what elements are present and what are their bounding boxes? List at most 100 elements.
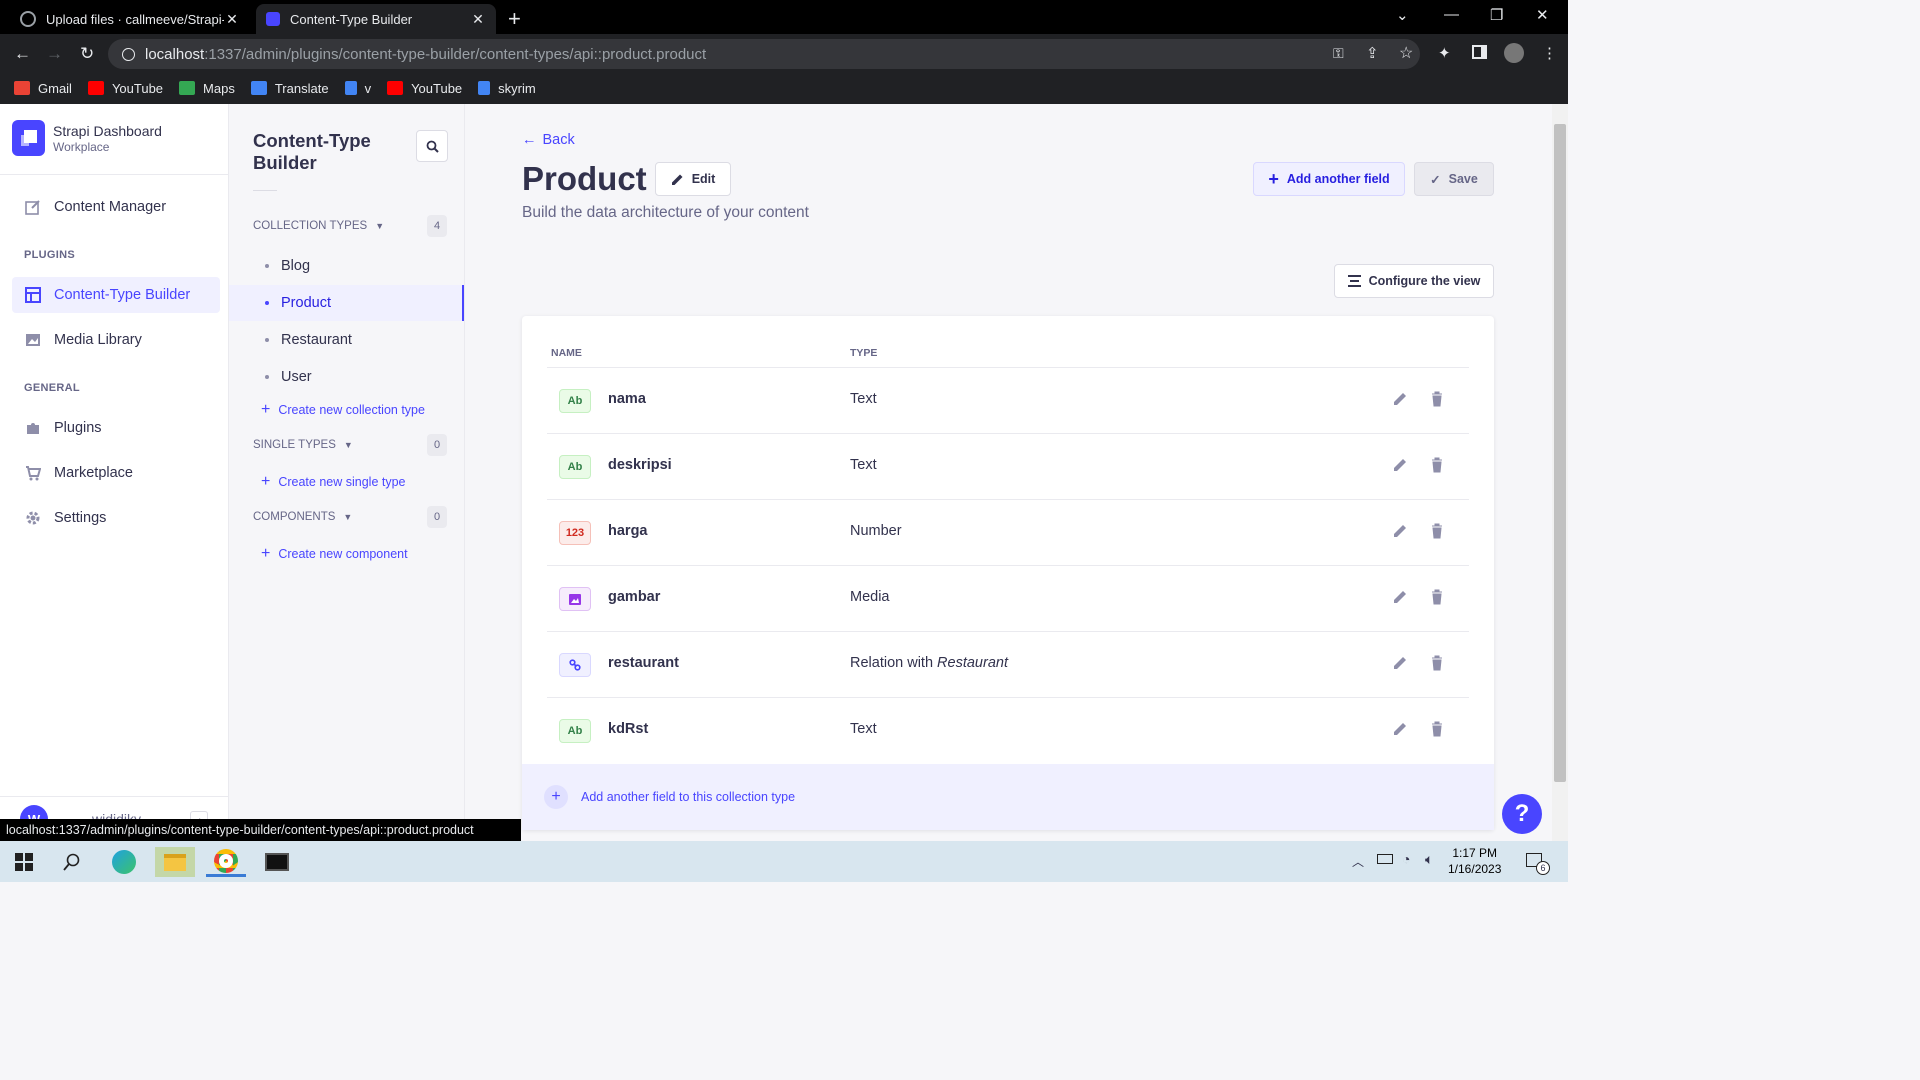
trash-icon[interactable]: [1429, 655, 1445, 671]
collection-types-toggle[interactable]: COLLECTION TYPES ▼: [253, 220, 384, 232]
battery-icon[interactable]: [1377, 854, 1393, 864]
add-field-to-collection-button[interactable]: + Add another field to this collection t…: [522, 764, 1494, 830]
table-row[interactable]: gambar Media: [547, 565, 1469, 631]
chrome-icon[interactable]: [206, 847, 246, 877]
nav-plugins[interactable]: Plugins: [12, 410, 220, 446]
field-type: Text: [850, 721, 877, 737]
section-plugins: PLUGINS: [24, 249, 75, 261]
profile-avatar-icon[interactable]: [1504, 43, 1524, 63]
table-row[interactable]: restaurant Relation with Restaurant: [547, 631, 1469, 697]
edit-pencil-icon[interactable]: [1392, 457, 1408, 473]
close-window-icon[interactable]: ✕: [1536, 6, 1549, 24]
edge-icon[interactable]: [104, 847, 144, 877]
create-collection-type-link[interactable]: + Create new collection type: [261, 401, 425, 419]
speaker-icon[interactable]: 🔈︎: [1425, 851, 1433, 868]
create-single-type-link[interactable]: + Create new single type: [261, 473, 406, 491]
nav-media-library[interactable]: Media Library: [12, 322, 220, 358]
create-component-link[interactable]: + Create new component: [261, 545, 408, 563]
maximize-icon[interactable]: ❐: [1490, 6, 1503, 24]
bookmark-youtube[interactable]: YouTube: [87, 81, 163, 96]
edit-pencil-icon[interactable]: [1392, 589, 1408, 605]
caret-down-icon: ▼: [343, 440, 353, 450]
trash-icon[interactable]: [1429, 391, 1445, 407]
edit-pencil-icon[interactable]: [1392, 655, 1408, 671]
image-icon: [24, 331, 42, 349]
ctb-item-restaurant[interactable]: Restaurant: [229, 322, 464, 358]
share-icon[interactable]: ⇪: [1366, 44, 1379, 62]
maps-icon: [179, 81, 196, 95]
clock-time: 1:17 PM: [1452, 846, 1498, 860]
new-tab-icon[interactable]: +: [508, 6, 521, 32]
taskbar: ︿ ◔ 🔈︎ 1:17 PM 1/16/2023 6: [0, 841, 1568, 882]
windows-start-icon[interactable]: [4, 847, 44, 877]
file-explorer-icon[interactable]: [155, 847, 195, 877]
nav-label: Marketplace: [54, 465, 133, 481]
ctb-item-user[interactable]: User: [229, 359, 464, 395]
field-name: nama: [608, 391, 646, 407]
menu-icon[interactable]: ⋮: [1542, 44, 1557, 62]
edit-button[interactable]: Edit: [655, 162, 731, 196]
back-nav-icon[interactable]: ←: [14, 44, 31, 64]
bookmark-skyrim[interactable]: skyrim: [478, 81, 536, 96]
search-button[interactable]: [416, 130, 448, 162]
wifi-icon[interactable]: ◔: [1402, 851, 1410, 867]
key-icon[interactable]: ⚿: [1333, 45, 1344, 62]
chevron-up-icon[interactable]: ︿: [1352, 853, 1364, 870]
bookmark-star-icon[interactable]: ☆: [1399, 43, 1413, 63]
nav-marketplace[interactable]: Marketplace: [12, 455, 220, 491]
close-tab-icon[interactable]: ✕: [470, 11, 486, 28]
plus-icon: +: [261, 401, 271, 418]
add-another-field-button[interactable]: + Add another field: [1253, 162, 1405, 196]
tab-search-icon[interactable]: ⌄: [1396, 6, 1409, 24]
nav-label: Media Library: [54, 332, 142, 348]
table-row[interactable]: Ab deskripsi Text: [547, 433, 1469, 499]
trash-icon[interactable]: [1429, 721, 1445, 737]
extensions-icon[interactable]: ✦: [1438, 44, 1451, 62]
puzzle-icon: [24, 419, 42, 437]
components-toggle[interactable]: COMPONENTS ▼: [253, 511, 352, 523]
edit-pencil-icon[interactable]: [1392, 523, 1408, 539]
pencil-square-icon: [24, 198, 42, 216]
table-row[interactable]: Ab kdRst Text: [547, 697, 1469, 763]
save-button[interactable]: ✓ Save: [1414, 162, 1494, 196]
system-clock[interactable]: 1:17 PM 1/16/2023: [1448, 845, 1501, 877]
strapi-logo-icon: [12, 120, 45, 156]
bookmark-v[interactable]: v: [344, 81, 371, 96]
reload-icon[interactable]: ↻: [80, 44, 94, 64]
close-tab-icon[interactable]: ✕: [224, 11, 240, 28]
single-types-toggle[interactable]: SINGLE TYPES ▼: [253, 439, 353, 451]
ctb-item-product[interactable]: Product: [229, 285, 464, 321]
browser-tab-1[interactable]: Upload files · callmeeve/Strapi-Pr ✕: [10, 4, 250, 34]
back-link[interactable]: ← Back: [522, 132, 575, 148]
edit-pencil-icon[interactable]: [1392, 721, 1408, 737]
minimize-icon[interactable]: —: [1444, 6, 1459, 23]
nav-settings[interactable]: Settings: [12, 500, 220, 536]
main-sidebar: Strapi Dashboard Workplace Content Manag…: [0, 104, 229, 841]
forward-nav-icon[interactable]: →: [46, 44, 63, 64]
address-bar[interactable]: localhost:1337/admin/plugins/content-typ…: [108, 39, 1420, 69]
strapi-app: Strapi Dashboard Workplace Content Manag…: [0, 104, 1552, 841]
trash-icon[interactable]: [1429, 457, 1445, 473]
bookmark-youtube-2[interactable]: YouTube: [387, 81, 462, 96]
browser-tab-2[interactable]: Content-Type Builder ✕: [256, 4, 496, 34]
edit-pencil-icon[interactable]: [1392, 391, 1408, 407]
configure-view-button[interactable]: Configure the view: [1334, 264, 1494, 298]
info-icon: [122, 47, 135, 61]
ctb-item-blog[interactable]: Blog: [229, 248, 464, 284]
layout-icon: [24, 286, 42, 304]
scrollbar-thumb[interactable]: [1554, 124, 1566, 782]
nav-content-manager[interactable]: Content Manager: [12, 189, 220, 225]
bookmark-maps[interactable]: Maps: [179, 81, 235, 96]
side-panel-icon[interactable]: [1472, 45, 1487, 59]
bookmark-gmail[interactable]: Gmail: [14, 81, 72, 96]
table-row[interactable]: 123 harga Number: [547, 499, 1469, 565]
bookmark-translate[interactable]: Translate: [250, 81, 329, 96]
help-button[interactable]: ?: [1502, 794, 1542, 834]
search-icon[interactable]: [52, 847, 92, 877]
terminal-icon[interactable]: [257, 847, 297, 877]
nav-content-type-builder[interactable]: Content-Type Builder: [12, 277, 220, 313]
trash-icon[interactable]: [1429, 523, 1445, 539]
table-row[interactable]: Ab nama Text: [547, 367, 1469, 433]
brand-workplace: Workplace: [53, 140, 110, 154]
trash-icon[interactable]: [1429, 589, 1445, 605]
